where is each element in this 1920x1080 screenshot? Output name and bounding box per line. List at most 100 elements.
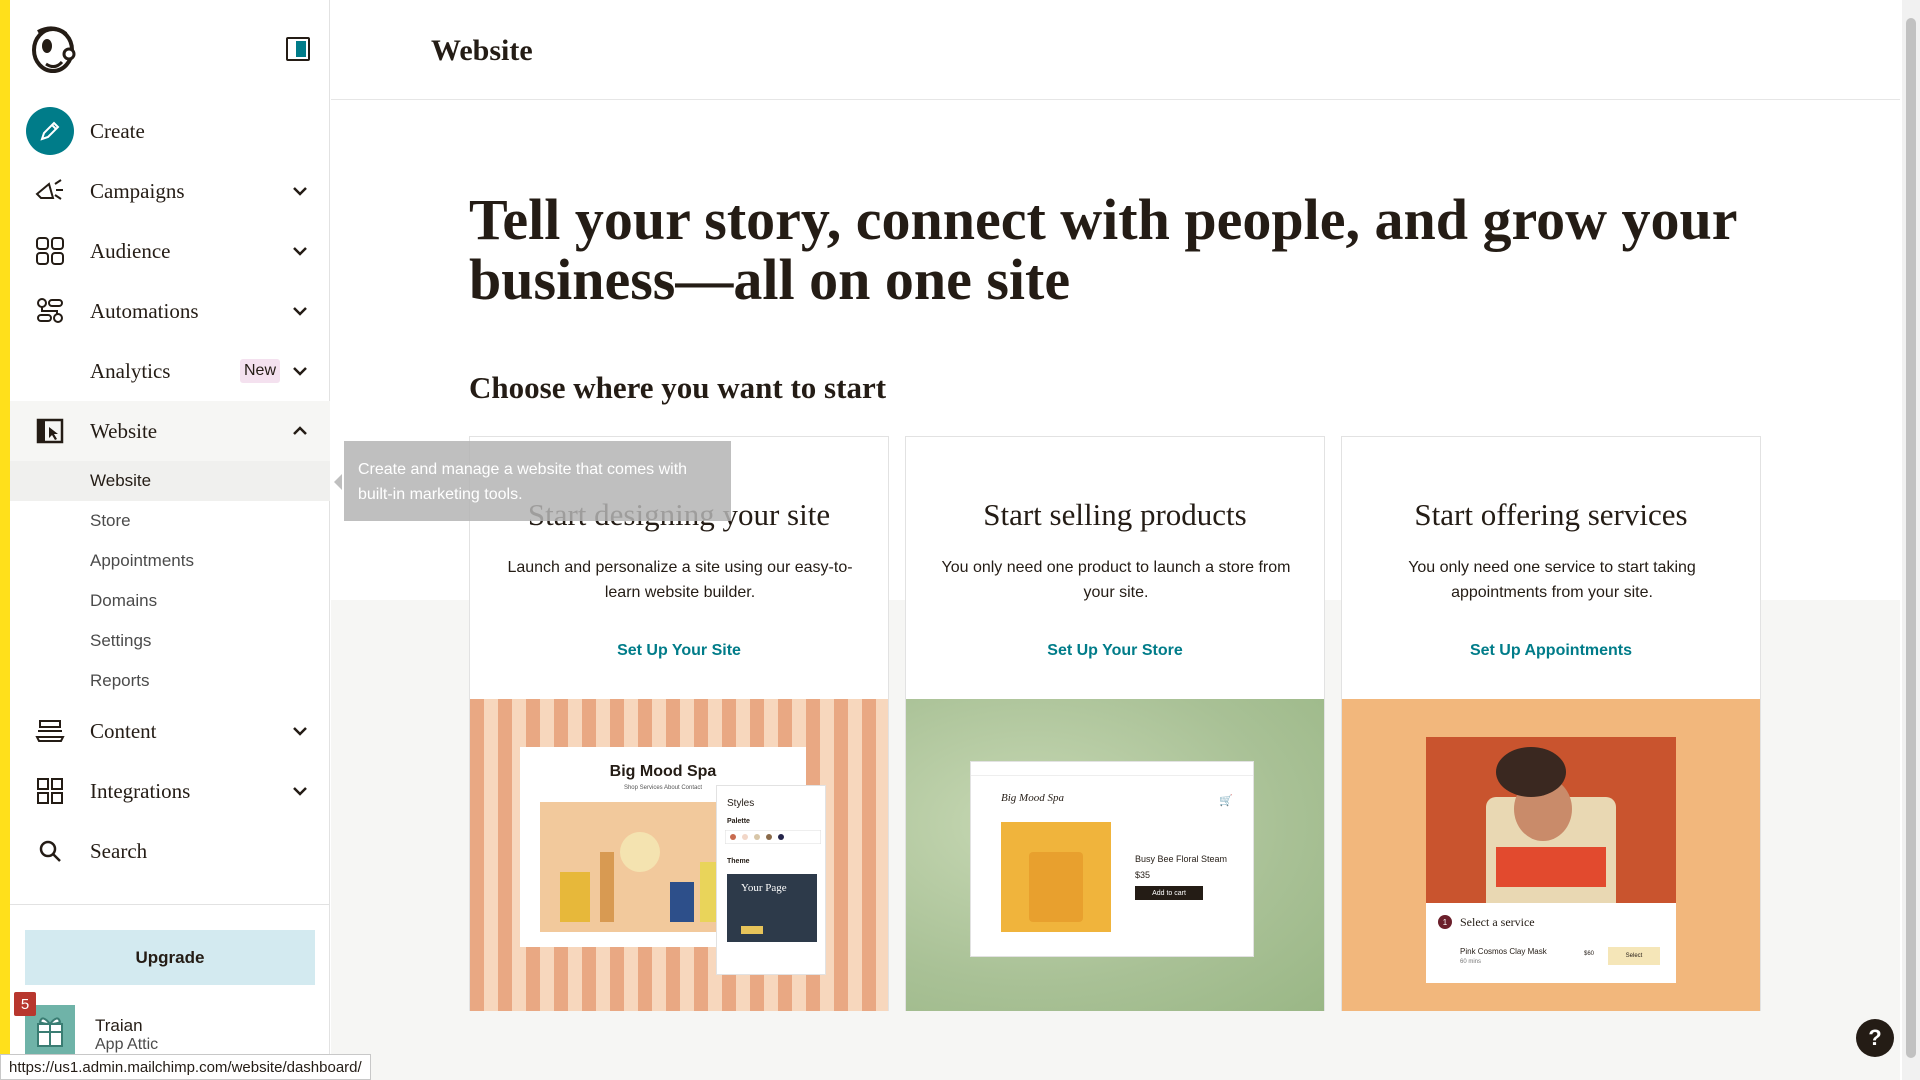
vertical-scrollbar[interactable] [1902, 0, 1920, 1080]
subnav-domains[interactable]: Domains [10, 581, 330, 621]
notification-count-badge[interactable]: 5 [14, 992, 36, 1016]
page-header: Website [331, 0, 1900, 100]
set-up-appointments-link[interactable]: Set Up Appointments [1342, 642, 1760, 660]
nav-audience-label: Audience [90, 238, 171, 263]
store-brand: Big Mood Spa [1001, 792, 1064, 804]
automation-flow-icon [34, 295, 66, 327]
subnav-reports[interactable]: Reports [10, 661, 330, 701]
select-service-button: Select [1608, 947, 1660, 965]
status-bar-url: https://us1.admin.mailchimp.com/website/… [0, 1054, 371, 1080]
set-up-site-link[interactable]: Set Up Your Site [470, 642, 888, 660]
palette-label: Palette [727, 818, 750, 825]
nav-campaigns[interactable]: Campaigns [10, 161, 330, 221]
nav-website[interactable]: Website [10, 401, 330, 461]
styles-label: Styles [727, 798, 755, 809]
user-name[interactable]: Traian [95, 1016, 143, 1036]
nav-integrations-label: Integrations [90, 778, 191, 803]
nav-integrations[interactable]: Integrations [10, 761, 330, 821]
swatch [730, 834, 736, 840]
integrations-grid-icon [34, 775, 66, 807]
website-tooltip: Create and manage a website that comes w… [334, 441, 731, 521]
chevron-up-icon[interactable] [292, 423, 308, 439]
cart-icon: 🛒 [1219, 795, 1233, 807]
card-title: Start selling products [983, 497, 1247, 532]
chevron-down-icon[interactable] [292, 723, 308, 739]
mailchimp-logo-icon[interactable] [28, 22, 78, 74]
nav-campaigns-label: Campaigns [90, 178, 185, 203]
content-stack-icon [34, 715, 66, 747]
subnav-appointments[interactable]: Appointments [10, 541, 330, 581]
swatch [754, 834, 760, 840]
nav-content-label: Content [90, 718, 157, 743]
nav-content[interactable]: Content [10, 701, 330, 761]
card-description: Launch and personalize a site using our … [507, 559, 853, 601]
nav-website-label: Website [90, 418, 158, 443]
theme-preview: Your Page [727, 874, 817, 942]
card-design-site: Start designing your site Launch and per… [469, 436, 889, 1011]
chevron-down-icon[interactable] [292, 183, 308, 199]
website-cursor-icon [34, 415, 66, 447]
subnav-settings[interactable]: Settings [10, 621, 330, 661]
card-title: Start offering services [1414, 497, 1688, 532]
subnav-store[interactable]: Store [10, 501, 330, 541]
card-description: You only need one product to launch a st… [941, 559, 1291, 601]
chevron-down-icon[interactable] [292, 363, 308, 379]
nav-analytics[interactable]: Analytics New [10, 341, 330, 401]
mock-brand-title: Big Mood Spa [609, 763, 717, 780]
palette-swatches [725, 830, 821, 844]
sidebar-divider [10, 904, 330, 905]
nav-search[interactable]: Search [10, 821, 330, 881]
set-up-store-link[interactable]: Set Up Your Store [906, 642, 1324, 660]
swatch [766, 834, 772, 840]
megaphone-icon [34, 175, 66, 207]
service-selector: 1 Select a service Pink Cosmos Clay Mask… [1426, 903, 1676, 983]
swatch [778, 834, 784, 840]
upgrade-button[interactable]: Upgrade [25, 930, 315, 985]
audience-icon [34, 235, 66, 267]
card-offer-services: Start offering services You only need on… [1341, 436, 1761, 1011]
choose-heading: Choose where you want to start [469, 370, 887, 405]
main-content: Website Tell your story, connect with pe… [331, 0, 1900, 1080]
store-illustration: Big Mood Spa 🛒 Busy Bee Floral Steam $35… [906, 699, 1324, 1011]
help-button[interactable]: ? [1856, 1019, 1894, 1057]
facial-photo [1426, 737, 1676, 903]
spa-products-image [540, 802, 740, 932]
pencil-icon [26, 107, 74, 155]
select-service-heading: Select a service [1460, 915, 1535, 929]
new-badge: New [240, 359, 281, 383]
hero-headline: Tell your story, connect with people, an… [469, 187, 1737, 312]
swatch [742, 834, 748, 840]
nav-create[interactable]: Create [10, 101, 330, 161]
sidebar: Create Campaigns Audience Automations An… [10, 0, 330, 1080]
nav-automations[interactable]: Automations [10, 281, 330, 341]
scrollbar-thumb[interactable] [1906, 18, 1916, 1058]
nav-automations-label: Automations [90, 298, 199, 323]
page-title: Website [431, 34, 533, 67]
service-name: Pink Cosmos Clay Mask [1460, 947, 1547, 956]
product-image [1001, 822, 1111, 932]
product-price: $35 [1135, 870, 1151, 880]
product-name: Busy Bee Floral Steam [1135, 854, 1228, 864]
nav-create-label: Create [90, 118, 145, 143]
theme-page-title: Your Page [741, 882, 787, 894]
collapse-sidebar-button[interactable] [286, 37, 310, 61]
chevron-down-icon[interactable] [292, 243, 308, 259]
appointments-illustration: 1 Select a service Pink Cosmos Clay Mask… [1342, 699, 1760, 1011]
search-icon [34, 835, 66, 867]
card-sell-products: Start selling products You only need one… [905, 436, 1325, 1011]
service-duration: 60 mins [1460, 959, 1482, 965]
service-price: $60 [1584, 951, 1595, 957]
nav-search-label: Search [90, 838, 148, 863]
nav-audience[interactable]: Audience [10, 221, 330, 281]
card-description: You only need one service to start takin… [1408, 559, 1696, 601]
user-org[interactable]: App Attic [95, 1036, 158, 1054]
site-builder-illustration: Big Mood Spa Shop Services About Contact… [470, 699, 888, 1011]
add-to-cart-button: Add to cart [1135, 886, 1203, 900]
styles-panel: Styles Palette Theme Your Page [716, 785, 826, 975]
theme-label: Theme [727, 858, 750, 865]
nav-analytics-label: Analytics [90, 358, 171, 383]
brand-accent-bar [0, 0, 10, 1080]
chevron-down-icon[interactable] [292, 303, 308, 319]
subnav-website[interactable]: Website [10, 461, 330, 501]
chevron-down-icon[interactable] [292, 783, 308, 799]
